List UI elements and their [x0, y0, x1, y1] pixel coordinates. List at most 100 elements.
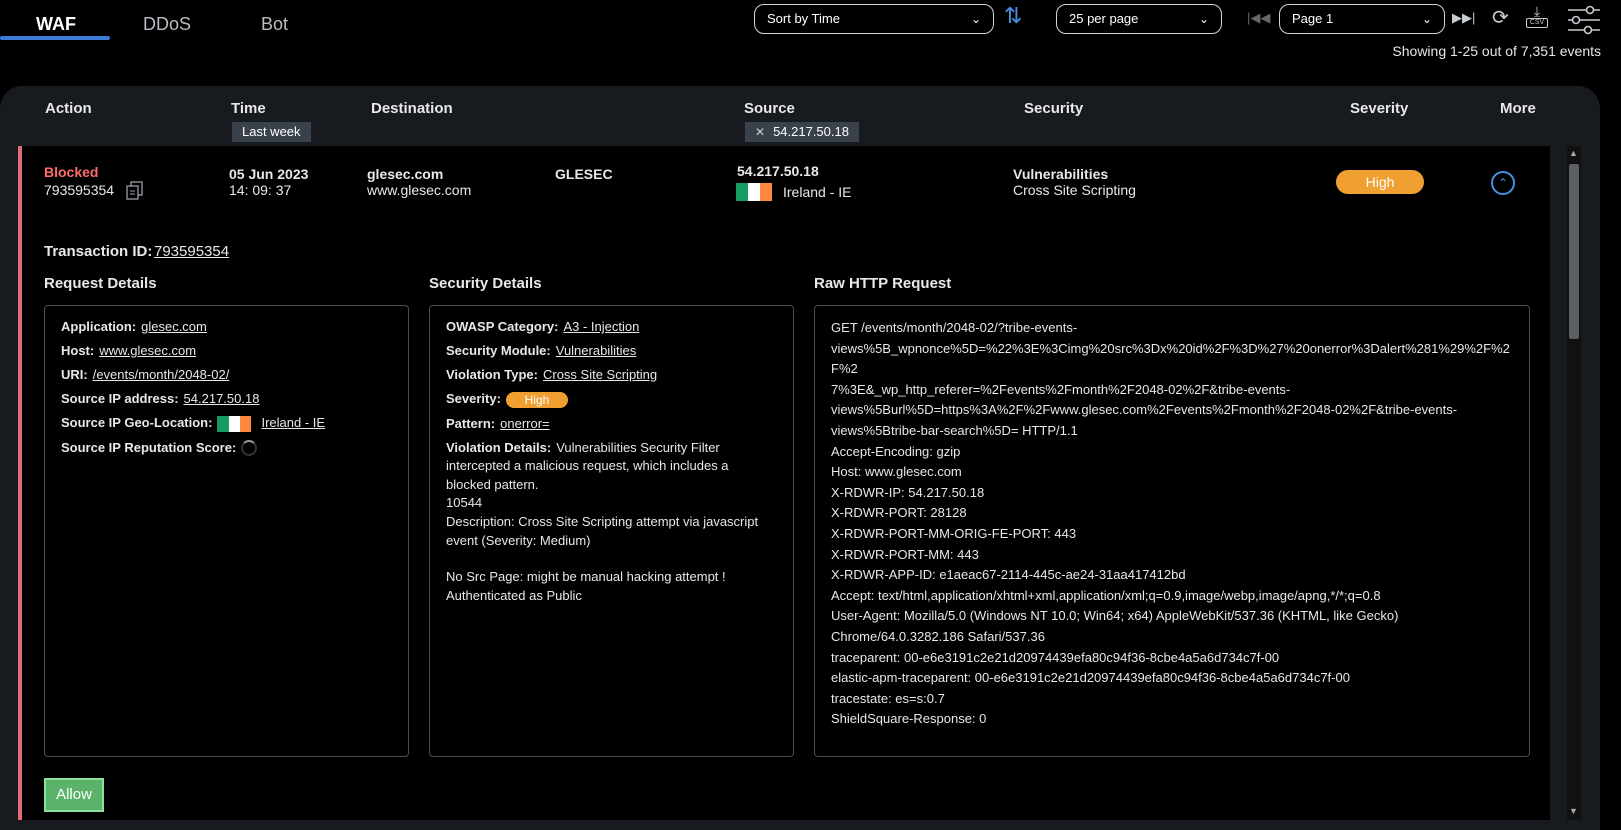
severity-label: Severity:	[446, 391, 501, 406]
event-date: 05 Jun 2023	[229, 166, 309, 182]
request-details-box: Application: glesec.com Host: www.glesec.c…	[44, 305, 409, 757]
raw-line: X-RDWR-PORT-MM: 443	[831, 546, 979, 562]
raw-line: 7%3E&_wp_http_referer=%2Fevents%2Fmonth%…	[831, 381, 1291, 397]
pattern-link[interactable]: onerror=	[500, 416, 550, 431]
severity-badge: High	[1336, 170, 1424, 194]
per-page-select[interactable]: 25 per page ⌄	[1056, 4, 1222, 34]
csv-label: CSV	[1526, 18, 1548, 28]
raw-http-request-title: Raw HTTP Request	[814, 275, 952, 292]
column-time[interactable]: Time	[231, 100, 266, 117]
raw-line: views%5Burl%5D=https%3A%2F%2Fwww.glesec.…	[831, 402, 1458, 418]
pattern-label: Pattern:	[446, 415, 496, 431]
column-more[interactable]: More	[1500, 100, 1536, 117]
source-ip-link[interactable]: 54.217.50.18	[184, 391, 260, 406]
row-scrollbar[interactable]: ▲ ▼	[1567, 146, 1581, 820]
column-destination[interactable]: Destination	[371, 100, 453, 117]
raw-line: elastic-apm-traceparent: 00-e6e3191c2e21…	[831, 670, 1350, 686]
severity-mini-badge: High	[505, 391, 568, 408]
source-filter-value: 54.217.50.18	[773, 124, 849, 139]
violation-details-line-3: blocked pattern.	[446, 476, 539, 492]
active-tab-indicator	[0, 36, 110, 40]
application-link[interactable]: glesec.com	[141, 319, 207, 334]
last-page-icon[interactable]: ▶▶|	[1452, 8, 1475, 28]
event-id: 793595354	[44, 182, 115, 198]
geo-location-label: Source IP Geo-Location:	[61, 415, 213, 430]
host-link[interactable]: www.glesec.com	[99, 343, 196, 358]
column-severity[interactable]: Severity	[1350, 100, 1408, 117]
raw-line: X-RDWR-APP-ID: e1aeac67-2114-445c-ae24-3…	[831, 567, 1186, 583]
sort-select[interactable]: Sort by Time ⌄	[754, 4, 994, 34]
security-details-title: Security Details	[429, 275, 542, 292]
ireland-flag-icon	[217, 415, 252, 432]
raw-line: Host: www.glesec.com	[831, 464, 962, 480]
download-csv-icon[interactable]: ⤓ CSV	[1526, 4, 1548, 28]
request-details-title: Request Details	[44, 275, 157, 292]
tab-waf[interactable]: WAF	[36, 14, 76, 35]
first-page-icon[interactable]: |◀◀	[1247, 8, 1270, 28]
application-label: Application:	[61, 319, 137, 334]
note-line-2: Authenticated as Public	[446, 587, 582, 603]
violation-type-link[interactable]: Cross Site Scripting	[543, 367, 657, 382]
sort-select-value: Sort by Time	[767, 11, 840, 26]
row-status-accent	[18, 146, 22, 820]
scroll-down-icon[interactable]: ▼	[1569, 806, 1578, 816]
event-time: 14: 09: 37	[229, 182, 292, 198]
raw-line: views%5B_wpnonce%5D=%22%3E%3Cimg%20src%3…	[831, 340, 1510, 377]
page-select[interactable]: Page 1 ⌄	[1279, 4, 1445, 34]
scroll-up-icon[interactable]: ▲	[1569, 148, 1578, 158]
tab-bot[interactable]: Bot	[261, 14, 288, 35]
column-source[interactable]: Source	[744, 100, 795, 117]
event-destination-tenant: GLESEC	[555, 166, 613, 182]
sliders-icon[interactable]	[1566, 4, 1602, 36]
transaction-id-label: Transaction ID:	[44, 243, 153, 260]
uri-label: URI:	[61, 367, 88, 382]
event-source-ip: 54.217.50.18	[737, 163, 819, 179]
event-destination-app: glesec.com	[367, 166, 444, 182]
raw-line: X-RDWR-PORT: 28128	[831, 505, 967, 521]
raw-line: Accept-Encoding: gzip	[831, 443, 961, 459]
raw-line: tracestate: es=s:0.7	[831, 690, 945, 706]
raw-line: User-Agent: Mozilla/5.0 (Windows NT 10.0…	[831, 608, 1399, 624]
ireland-flag-icon	[736, 183, 772, 201]
description-line-1: Description: Cross Site Scripting attemp…	[446, 513, 759, 529]
copy-icon[interactable]	[125, 180, 145, 200]
raw-line: ShieldSquare-Response: 0	[831, 711, 987, 727]
chevron-up-icon[interactable]: ⌃	[1491, 171, 1515, 195]
tab-ddos[interactable]: DDoS	[143, 14, 191, 35]
violation-details-line-1: Vulnerabilities Security Filter	[556, 439, 720, 455]
raw-line: traceparent: 00-e6e3191c2e21d20974439efa…	[831, 649, 1280, 665]
results-count: Showing 1-25 out of 7,351 events	[1392, 43, 1601, 59]
host-label: Host:	[61, 343, 95, 358]
allow-button[interactable]: Allow	[44, 778, 104, 812]
event-security-type: Cross Site Scripting	[1013, 182, 1136, 198]
owasp-link[interactable]: A3 - Injection	[563, 319, 639, 334]
event-destination-host: www.glesec.com	[367, 182, 472, 198]
column-action[interactable]: Action	[45, 100, 92, 117]
raw-http-request-box: GET /events/month/2048-02/?tribe-events-…	[814, 305, 1530, 757]
time-filter-chip[interactable]: Last week	[232, 122, 311, 142]
chevron-down-icon: ⌄	[1421, 12, 1432, 26]
raw-line: views%5Btribe-bar-search%5D= HTTP/1.1	[831, 422, 1078, 438]
raw-line: Accept: text/html,application/xhtml+xml,…	[831, 587, 1381, 603]
source-ip-label: Source IP address:	[61, 391, 179, 406]
refresh-icon[interactable]: ⟳	[1492, 8, 1509, 28]
event-security-category: Vulnerabilities	[1013, 166, 1109, 182]
uri-link[interactable]: /events/month/2048-02/	[93, 367, 230, 382]
chevron-down-icon: ⌄	[1198, 12, 1209, 26]
raw-line: GET /events/month/2048-02/?tribe-events-	[831, 320, 1078, 335]
page-select-value: Page 1	[1292, 11, 1334, 26]
close-icon[interactable]: ✕	[755, 125, 765, 139]
loading-spinner-icon	[241, 440, 258, 457]
scroll-thumb[interactable]	[1569, 164, 1579, 339]
security-module-label: Security Module:	[446, 343, 551, 358]
violation-details-line-2: intercepted a malicious request, which i…	[446, 458, 729, 474]
source-filter-chip[interactable]: ✕ 54.217.50.18	[745, 122, 859, 142]
column-security[interactable]: Security	[1024, 100, 1083, 117]
violation-code: 10544	[446, 495, 483, 511]
raw-line: X-RDWR-IP: 54.217.50.18	[831, 484, 985, 500]
security-module-link[interactable]: Vulnerabilities	[556, 343, 636, 358]
sort-arrows-icon[interactable]: ⇅	[1004, 5, 1022, 27]
geo-location-link[interactable]: Ireland - IE	[261, 415, 325, 430]
raw-line: Chrome/64.0.3282.186 Safari/537.36	[831, 628, 1045, 644]
transaction-id-link[interactable]: 793595354	[154, 243, 229, 260]
